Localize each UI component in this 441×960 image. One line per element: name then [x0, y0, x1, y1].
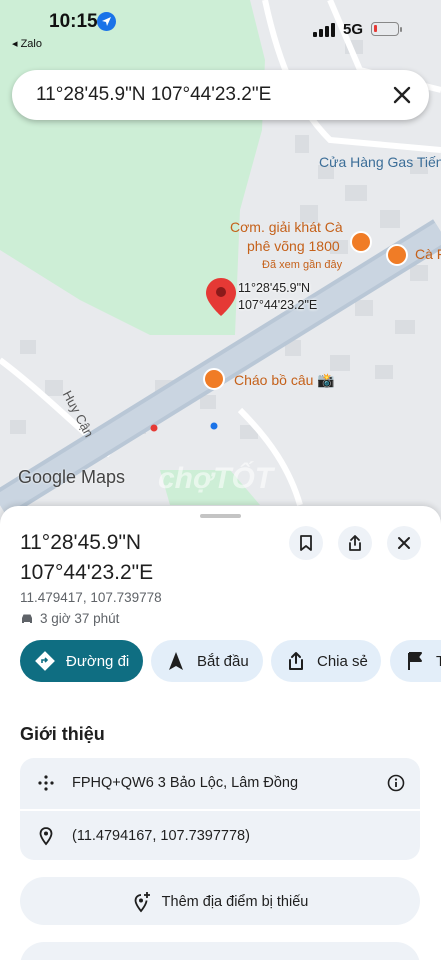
place-title-lat: 11°28'45.9"N	[20, 531, 142, 554]
battery-icon	[371, 22, 402, 36]
cafe-label-line2: phê võng 1800	[247, 238, 340, 254]
pin-label-lng: 107°44'23.2"E	[238, 298, 318, 312]
signal-icon	[313, 23, 335, 37]
restaurant-icon[interactable]	[203, 368, 225, 390]
share-label: Chia sẻ	[317, 652, 368, 670]
plus-code-icon	[36, 773, 56, 793]
share-button[interactable]	[338, 526, 372, 560]
status-time: 10:15	[49, 11, 98, 32]
plus-code-row[interactable]: FPHQ+QW6 3 Bảo Lộc, Lâm Đồng	[20, 758, 420, 809]
next-button-partial[interactable]	[20, 942, 420, 960]
cafe2-icon[interactable]	[386, 244, 408, 266]
drive-time: 3 giờ 37 phút	[20, 611, 119, 626]
chotot-watermark: chợTỐT	[158, 462, 274, 495]
share-chip[interactable]: Chia sẻ	[271, 640, 381, 682]
plus-code-text: FPHQ+QW6 3 Bảo Lộc, Lâm Đồng	[72, 775, 299, 791]
drag-handle[interactable]	[200, 514, 241, 518]
location-pin-icon[interactable]	[206, 278, 236, 321]
flag-icon	[404, 650, 426, 672]
drive-time-text: 3 giờ 37 phút	[40, 611, 120, 626]
network-type: 5G	[343, 21, 364, 38]
close-icon	[398, 537, 410, 549]
close-sheet-button[interactable]	[387, 526, 421, 560]
cafe-icon[interactable]	[350, 231, 372, 253]
search-bar[interactable]: 11°28'45.9"N 107°44'23.2"E	[12, 70, 429, 120]
add-missing-place-label: Thêm địa điểm bị thiếu	[161, 894, 309, 910]
map-view[interactable]: Cửa Hàng Gas Tiến Cơm. giải khát Cà phê …	[0, 0, 441, 540]
place-title: 11°28'45.9"N 107°44'23.2"E	[20, 528, 270, 588]
cafe-label-line1: Cơm. giải khát Cà	[230, 219, 343, 235]
car-icon	[22, 614, 32, 623]
about-title: Giới thiệu	[20, 724, 105, 744]
action-chips: Đường đi Bắt đầu Chia sẻ T	[20, 640, 441, 682]
pin-label-lat: 11°28'45.9"N	[238, 281, 311, 295]
about-card: FPHQ+QW6 3 Bảo Lộc, Lâm Đồng (11.4794167…	[20, 758, 420, 860]
back-to-app-link[interactable]: ◂ Zalo	[12, 37, 42, 50]
directions-label: Đường đi	[66, 652, 130, 670]
share-icon	[285, 650, 307, 672]
map-poi-pigeon[interactable]: Cháo bồ câu 📸	[234, 372, 335, 389]
add-location-icon	[134, 892, 150, 913]
place-title-lng: 107°44'23.2"E	[20, 561, 154, 584]
coords-row[interactable]: (11.4794167, 107.7397778)	[20, 811, 420, 862]
share-icon	[349, 535, 361, 551]
start-button[interactable]: Bắt đầu	[151, 640, 263, 682]
directions-icon	[34, 650, 56, 672]
location-arrow-icon	[97, 12, 116, 31]
save-button[interactable]	[289, 526, 323, 560]
place-sheet[interactable]: 11°28'45.9"N 107°44'23.2"E 11.479417, 10…	[0, 506, 441, 960]
map-poi-cafe-label[interactable]: Cơm. giải khát Cà phê võng 1800 Đã xem g…	[230, 218, 343, 275]
pin-label: 11°28'45.9"N 107°44'23.2"E	[238, 280, 317, 314]
map-poi-gas-store[interactable]: Cửa Hàng Gas Tiến	[319, 154, 441, 170]
close-icon[interactable]	[389, 82, 415, 108]
flag-label: T	[436, 652, 441, 670]
add-missing-place-button[interactable]: Thêm địa điểm bị thiếu	[20, 877, 420, 925]
navigation-icon	[165, 650, 187, 672]
decimal-coordinates: 11.479417, 107.739778	[20, 590, 162, 605]
cafe-label-recent: Đã xem gần đây	[262, 259, 343, 271]
search-input[interactable]: 11°28'45.9"N 107°44'23.2"E	[36, 84, 271, 106]
status-bar: 10:15 ◂ Zalo 5G	[0, 0, 441, 52]
label-chip[interactable]: T	[390, 640, 441, 682]
google-maps-logo: Google Maps	[18, 467, 126, 487]
location-pin-icon	[36, 826, 56, 846]
info-icon[interactable]	[386, 773, 406, 793]
directions-button[interactable]: Đường đi	[20, 640, 143, 682]
map-poi-cafe2[interactable]: Cà F	[415, 246, 441, 262]
bookmark-icon	[300, 535, 312, 551]
coords-text: (11.4794167, 107.7397778)	[72, 828, 250, 844]
start-label: Bắt đầu	[197, 652, 249, 670]
